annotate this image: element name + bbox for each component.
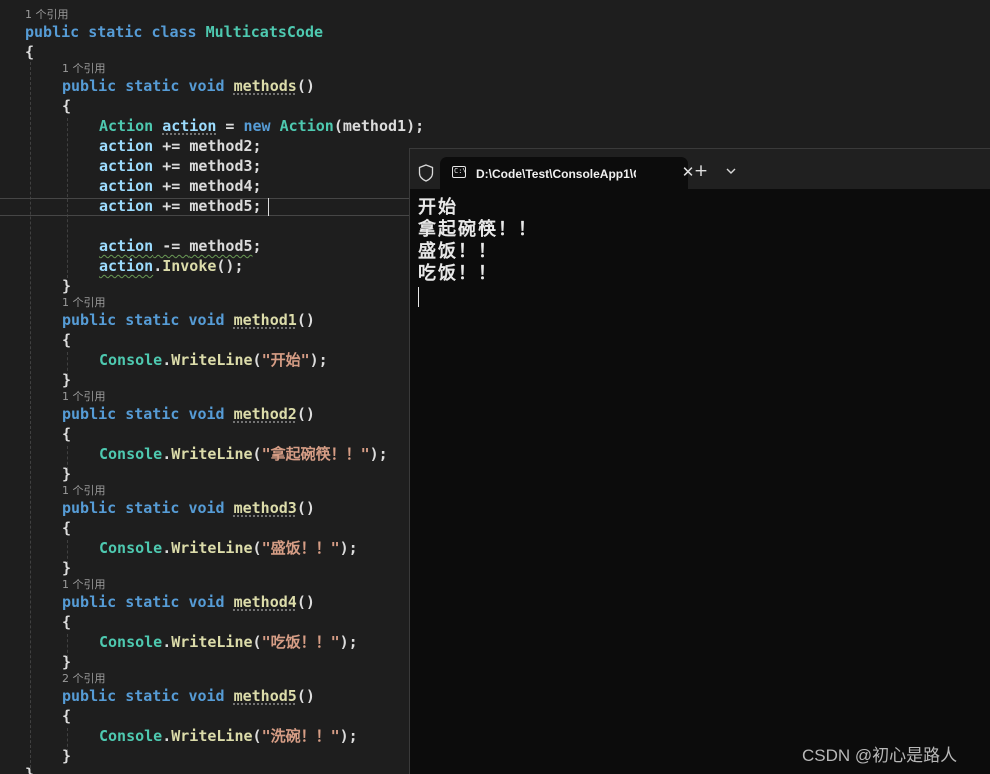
- method-name: method3: [233, 499, 297, 517]
- terminal-cursor: [418, 287, 419, 307]
- variable: action: [99, 157, 154, 175]
- codelens-references[interactable]: 1 个引用: [62, 296, 106, 310]
- codelens-references[interactable]: 2 个引用: [62, 672, 106, 686]
- new-tab-button[interactable]: +: [692, 162, 710, 180]
- keyword: void: [188, 77, 225, 95]
- codelens-references[interactable]: 1 个引用: [25, 8, 69, 22]
- variable: action: [99, 237, 154, 255]
- code-line: Console.WriteLine("开始");: [99, 351, 328, 369]
- text-caret: [268, 198, 269, 216]
- output-line: 开始: [418, 197, 458, 218]
- code-line: action += method2;: [99, 137, 262, 155]
- method-signature: public static void method2(): [62, 405, 315, 423]
- console-app-icon: C:\: [452, 166, 467, 178]
- code-line: action += method3;: [99, 157, 262, 175]
- keyword: public: [62, 77, 117, 95]
- codelens-references[interactable]: 1 个引用: [62, 484, 106, 498]
- keyword: class: [151, 23, 197, 41]
- method-signature: public static void method1(): [62, 311, 315, 329]
- close-brace: }: [62, 747, 72, 765]
- chevron-down-icon[interactable]: [722, 163, 740, 179]
- close-brace: }: [62, 277, 72, 295]
- method-signature: public static void method3(): [62, 499, 315, 517]
- code-line: Console.WriteLine("吃饭！！");: [99, 633, 358, 651]
- code-line: Action action = new Action(method1);: [99, 117, 425, 135]
- code-line: action += method4;: [99, 177, 262, 195]
- open-brace: {: [62, 425, 72, 443]
- code-line: Console.WriteLine("盛饭！！");: [99, 539, 358, 557]
- string-literal: "洗碗！！": [261, 727, 340, 745]
- string-literal: "拿起碗筷！！": [261, 445, 370, 463]
- terminal-tab[interactable]: C:\ D:\Code\Test\ConsoleApp1\ConsoleApp1…: [440, 157, 694, 189]
- variable: action: [99, 177, 154, 195]
- method-ref: method3: [189, 157, 253, 175]
- tab-title: D:\Code\Test\ConsoleApp1\ConsoleApp1\bin…: [476, 167, 636, 181]
- class-name: MulticatsCode: [205, 23, 324, 41]
- method-signature: public static void method5(): [62, 687, 315, 705]
- close-brace: }: [62, 559, 72, 577]
- open-brace: {: [62, 707, 72, 725]
- variable: action: [99, 197, 154, 215]
- class-open-brace: {: [25, 43, 35, 61]
- method-signature: public static void methods(): [62, 77, 315, 95]
- variable: action: [99, 137, 154, 155]
- codelens-references[interactable]: 1 个引用: [62, 578, 106, 592]
- codelens-references[interactable]: 1 个引用: [62, 62, 106, 76]
- code-line: action.Invoke();: [99, 257, 244, 275]
- code-line: Console.WriteLine("拿起碗筷！！");: [99, 445, 388, 463]
- method-name: methods: [233, 77, 297, 95]
- close-brace: }: [62, 465, 72, 483]
- open-brace: {: [62, 519, 72, 537]
- method-name: method4: [233, 593, 297, 611]
- method-signature: public static void method4(): [62, 593, 315, 611]
- output-line: 吃饭！！: [418, 263, 498, 284]
- close-brace: }: [62, 653, 72, 671]
- method-ref: method5: [189, 197, 253, 215]
- method-call: Invoke: [162, 257, 217, 275]
- keyword: static: [125, 77, 180, 95]
- terminal-window[interactable]: C:\ D:\Code\Test\ConsoleApp1\ConsoleApp1…: [409, 148, 990, 774]
- variable: action: [162, 117, 217, 135]
- open-brace: {: [62, 97, 72, 115]
- type-name: Action: [99, 117, 154, 135]
- indent-guide-class: [30, 62, 31, 768]
- method-ref: method5: [189, 237, 253, 255]
- open-brace: {: [62, 331, 72, 349]
- variable: action: [99, 257, 154, 275]
- method-name: method5: [233, 687, 297, 705]
- close-brace: }: [62, 371, 72, 389]
- terminal-tab-bar: C:\ D:\Code\Test\ConsoleApp1\ConsoleApp1…: [410, 149, 990, 189]
- class-declaration: public static class MulticatsCode: [25, 22, 323, 42]
- codelens-references[interactable]: 1 个引用: [62, 390, 106, 404]
- argument: method1: [342, 117, 407, 135]
- watermark: CSDN @初心是路人: [802, 746, 958, 765]
- code-line: action += method5;: [99, 197, 262, 215]
- string-literal: "盛饭！！": [261, 539, 340, 557]
- code-line: Console.WriteLine("洗碗！！");: [99, 727, 358, 745]
- string-literal: "吃饭！！": [261, 633, 340, 651]
- type-name: Action: [279, 117, 334, 135]
- method-name: method1: [233, 311, 297, 329]
- code-line: action -= method5;: [99, 237, 262, 255]
- method-ref: method2: [189, 137, 253, 155]
- string-literal: "开始": [261, 351, 310, 369]
- open-brace: {: [62, 613, 72, 631]
- keyword: static: [88, 23, 143, 41]
- output-line: 盛饭！！: [418, 241, 498, 262]
- keyword: new: [243, 117, 271, 135]
- output-line: 拿起碗筷！！: [418, 219, 538, 240]
- terminal-output: 开始 拿起碗筷！！ 盛饭！！ 吃饭！！: [418, 197, 538, 285]
- shield-icon[interactable]: [418, 164, 434, 182]
- method-name: method2: [233, 405, 297, 423]
- keyword: public: [25, 23, 80, 41]
- class-close-brace: }: [25, 765, 35, 774]
- method-ref: method4: [189, 177, 253, 195]
